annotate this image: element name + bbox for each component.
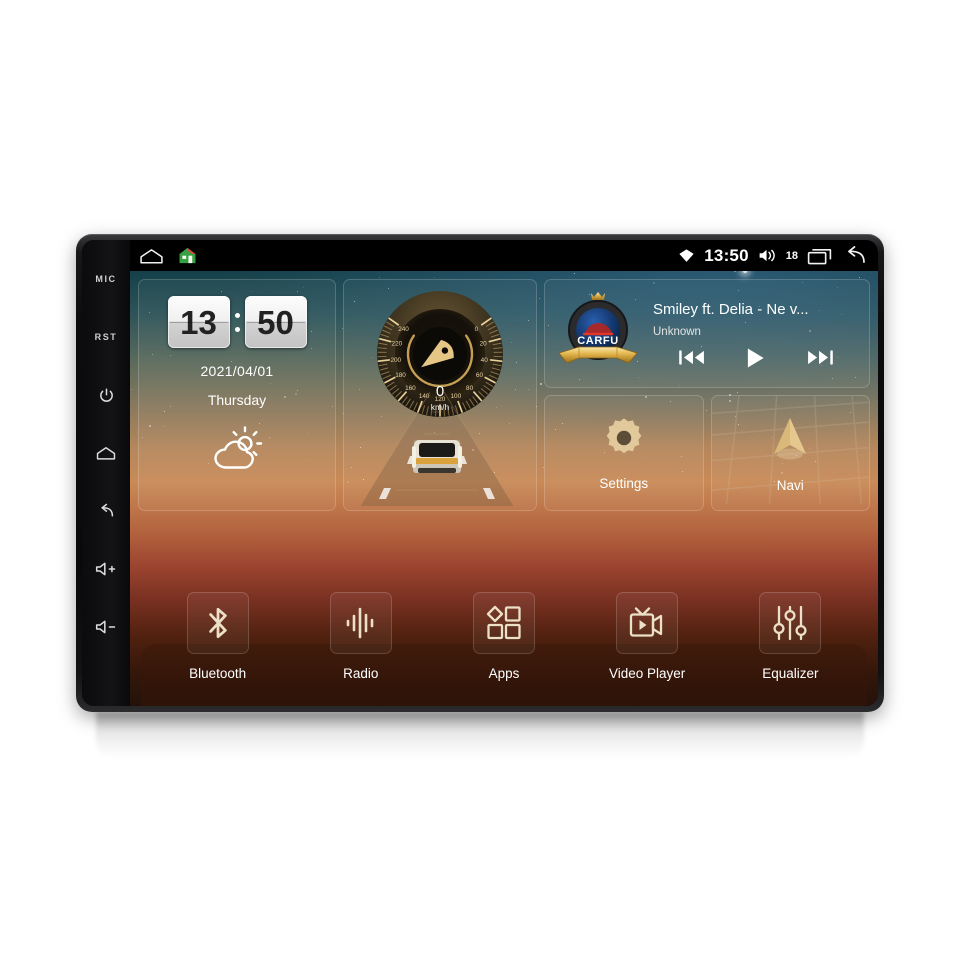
hardware-key-reset[interactable]: RST [83,308,129,366]
volume-down-icon [95,619,117,635]
hardware-key-volume-up[interactable] [83,540,129,598]
home-outline-icon[interactable] [139,247,164,265]
clock-colon [234,312,241,332]
house-app-icon[interactable] [178,246,197,265]
device-bezel-inner: MIC RST 13:50 18 13 50 2021/04/01 Thursd… [82,240,878,706]
dock-label-video-player: Video Player [609,666,686,681]
music-track-title: Smiley ft. Delia - Ne v... [653,300,809,318]
music-player-widget[interactable]: CARFU Smiley ft. Delia - Ne v... Unknown [544,279,870,388]
tile-settings-label: Settings [599,476,649,491]
next-track-button[interactable] [806,348,833,367]
dock-label-radio: Radio [343,666,379,681]
tile-settings[interactable]: Settings [544,395,704,511]
svg-text:60: 60 [476,372,484,379]
dock-item-radio[interactable]: Radio [314,592,408,681]
status-bar: 13:50 18 [130,240,878,271]
hardware-key-mic[interactable]: MIC [83,250,129,308]
home-icon [96,445,116,462]
clock-minutes: 50 [244,296,307,348]
camcorder-play-icon [616,592,679,654]
car-illustration [412,440,462,473]
svg-text:20: 20 [480,341,488,348]
hardware-key-bezel: MIC RST [82,240,130,706]
svg-text:CARFU: CARFU [577,335,619,347]
previous-track-button[interactable] [679,348,706,367]
screenshot-stage: MIC RST 13:50 18 13 50 2021/04/01 Thursd… [0,0,960,960]
tile-navi[interactable]: Navi [710,395,870,511]
hardware-key-power[interactable] [83,366,129,424]
svg-text:40: 40 [481,357,489,364]
apps-grid-icon [472,592,535,654]
volume-up-icon [95,561,117,577]
svg-text:240: 240 [398,326,409,333]
right-widget-column: CARFU Smiley ft. Delia - Ne v... Unknown [544,279,870,511]
volume-icon[interactable] [758,248,777,263]
clock-date: 2021/04/01 [200,363,274,379]
clock-weather-widget[interactable]: 13 50 2021/04/01 Thursday [138,279,336,511]
music-artist: Unknown [653,325,701,338]
car-head-unit-device: MIC RST 13:50 18 13 50 2021/04/01 Thursd… [76,234,884,712]
tile-navi-label: Navi [776,478,804,493]
clock-hours-value: 13 [180,303,217,341]
status-bar-time: 13:50 [704,245,749,265]
gear-icon [601,415,647,466]
clock-minutes-value: 50 [257,303,294,341]
dock-label-apps: Apps [488,666,520,681]
widget-row: 13 50 2021/04/01 Thursday 0 20 40 60 80 … [138,279,870,511]
flip-clock: 13 50 [167,296,307,348]
power-icon [98,387,115,404]
album-art-carfu-badge: CARFU [555,285,641,382]
partly-cloudy-icon [208,426,266,477]
waveform-icon [329,592,392,654]
svg-text:220: 220 [392,341,403,348]
dock-label-bluetooth: Bluetooth [189,666,247,681]
music-metadata: Smiley ft. Delia - Ne v... Unknown [653,299,859,369]
svg-text:200: 200 [390,357,401,364]
touchscreen[interactable]: 13:50 18 13 50 2021/04/01 Thursday 0 20 … [130,240,878,706]
music-transport-controls [653,347,859,369]
equalizer-sliders-icon [759,592,822,654]
back-icon [97,503,115,519]
hardware-key-volume-down[interactable] [83,598,129,656]
wifi-diamond-icon [678,248,695,263]
svg-text:0: 0 [475,326,479,333]
device-reflection [96,712,864,758]
clock-hours: 13 [167,296,230,348]
dock-item-apps[interactable]: Apps [457,592,551,681]
volume-level: 18 [785,249,798,262]
hardware-key-reset-label: RST [94,332,118,342]
recents-icon[interactable] [807,247,832,265]
home-screen: 13 50 2021/04/01 Thursday 0 20 40 60 80 … [130,271,878,706]
driving-widget[interactable]: 0204060801001201401601802002202400km/h [343,279,537,511]
back-arrow-icon[interactable] [841,246,867,265]
navigation-arrow-icon [765,413,815,468]
clock-weekday: Thursday [207,392,267,408]
road-animation [344,390,536,510]
play-button[interactable] [745,347,766,369]
dock-item-video-player[interactable]: Video Player [600,592,694,681]
dock-item-bluetooth[interactable]: Bluetooth [171,592,265,681]
dock-label-equalizer: Equalizer [762,666,819,681]
hardware-key-back[interactable] [83,482,129,540]
app-dock: Bluetooth Radio Apps Video Player Equali… [130,582,878,706]
hardware-key-home[interactable] [83,424,129,482]
svg-text:180: 180 [395,372,406,379]
hardware-key-mic-label: MIC [95,274,117,284]
dock-item-equalizer[interactable]: Equalizer [743,592,837,681]
shortcut-tiles-row: Settings Navi [544,395,870,511]
bluetooth-icon [186,592,249,654]
